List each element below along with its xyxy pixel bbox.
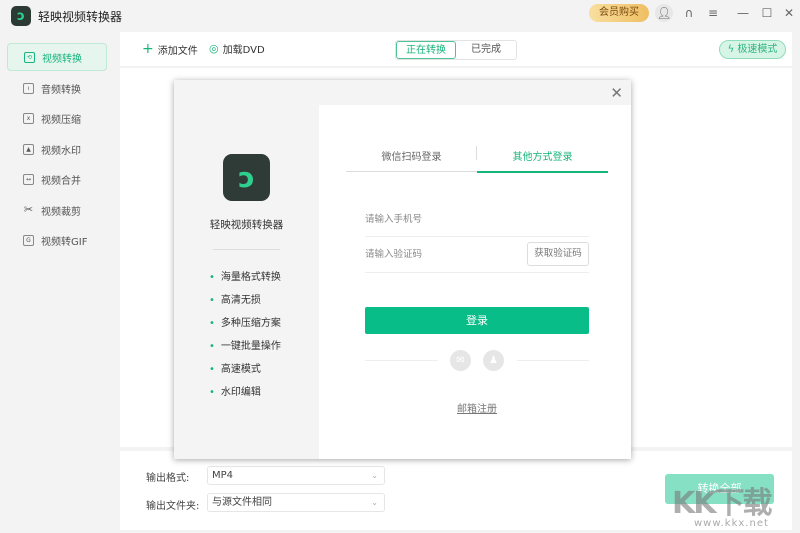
divider	[213, 249, 280, 250]
load-dvd-button[interactable]: ◎ 加载DVD	[209, 41, 265, 56]
feature-item: 高清无损	[209, 291, 261, 306]
sidebar-item-video-compress[interactable]: x 视频压缩	[7, 104, 107, 132]
sidebar-item-label: 视频转换	[42, 53, 82, 65]
menu-icon[interactable]: ≡	[704, 4, 722, 22]
sidebar-item-video-merge[interactable]: ↔ 视频合并	[7, 165, 107, 193]
dialog-app-name: 轻映视频转换器	[209, 219, 284, 231]
sidebar-item-label: 音频转换	[41, 84, 81, 96]
divider	[365, 360, 438, 361]
watermark-logo: KK下载	[672, 486, 772, 521]
watermark-icon: ▲	[23, 143, 34, 155]
divider	[517, 360, 589, 361]
add-file-button[interactable]: + 添加文件	[142, 41, 198, 57]
convert-icon: ⟲	[24, 51, 35, 63]
minimize-icon[interactable]: —	[734, 4, 752, 22]
watermark-url: www.kkx.net	[694, 518, 769, 529]
email-login-icon[interactable]: ✉	[450, 350, 471, 371]
sidebar-item-video-crop[interactable]: ✂ 视频裁剪	[7, 196, 107, 224]
folder-label: 输出文件夹:	[146, 501, 200, 512]
user-icon[interactable]: 👤︎	[655, 4, 673, 22]
tab-other-login[interactable]: 其他方式登录	[477, 148, 608, 173]
login-button[interactable]: 登录	[365, 307, 589, 334]
format-value: MP4	[212, 470, 234, 481]
login-dialog: ✕ ↄ 轻映视频转换器 海量格式转换 高清无损 多种压缩方案 一键批量操作 高速…	[174, 80, 631, 459]
tab-converting[interactable]: 正在转换	[396, 41, 456, 59]
feature-item: 高速模式	[209, 360, 261, 375]
tab-wechat-login[interactable]: 微信扫码登录	[346, 148, 477, 172]
plus-icon: +	[142, 41, 154, 57]
sidebar-item-label: 视频合并	[41, 175, 81, 187]
sidebar-item-video-watermark[interactable]: ▲ 视频水印	[7, 135, 107, 163]
speed-mode-label: 极速模式	[737, 44, 778, 55]
sidebar-item-label: 视频裁剪	[41, 206, 81, 218]
headset-icon[interactable]: ∩	[680, 4, 698, 22]
app-logo-large: ↄ	[223, 154, 270, 201]
scissors-icon: ✂	[23, 202, 34, 216]
chevron-down-icon: ⌄	[371, 471, 378, 480]
load-dvd-label: 加载DVD	[222, 45, 265, 56]
dialog-left-panel: ↄ 轻映视频转换器 海量格式转换 高清无损 多种压缩方案 一键批量操作 高速模式…	[174, 105, 319, 459]
audio-icon: ı	[23, 82, 34, 94]
compress-icon: x	[23, 112, 34, 124]
gif-icon: G	[23, 234, 34, 246]
folder-value: 与源文件相同	[212, 497, 272, 508]
dialog-header	[174, 80, 631, 105]
feature-item: 海量格式转换	[209, 268, 281, 283]
qq-login-icon[interactable]: ♟	[483, 350, 504, 371]
merge-icon: ↔	[23, 173, 34, 185]
add-file-label: 添加文件	[157, 45, 198, 57]
format-label: 输出格式:	[146, 473, 190, 484]
close-dialog-icon[interactable]: ✕	[610, 84, 623, 102]
feature-item: 水印编辑	[209, 383, 261, 398]
maximize-icon[interactable]: ☐	[758, 4, 776, 22]
lightning-icon: ϟ	[727, 44, 735, 55]
app-title: 轻映视频转换器	[38, 10, 123, 24]
phone-input[interactable]: 请输入手机号	[365, 207, 589, 237]
get-code-button[interactable]: 获取验证码	[527, 242, 589, 266]
sidebar-item-label: 视频压缩	[41, 114, 81, 126]
feature-item: 一键批量操作	[209, 337, 281, 352]
code-placeholder: 请输入验证码	[365, 249, 423, 260]
status-tabs: 正在转换 已完成	[395, 40, 517, 60]
app-logo: ↄ	[11, 6, 31, 26]
sidebar-item-label: 视频转GIF	[41, 236, 88, 248]
sidebar-item-audio-convert[interactable]: ı 音频转换	[7, 74, 107, 102]
folder-select[interactable]: 与源文件相同 ⌄	[207, 493, 385, 512]
tab-completed[interactable]: 已完成	[456, 41, 516, 59]
email-register-link[interactable]: 邮箱注册	[431, 400, 523, 415]
speed-mode-button[interactable]: ϟ 极速模式	[719, 40, 786, 59]
dvd-icon: ◎	[209, 42, 219, 55]
feature-item: 多种压缩方案	[209, 314, 281, 329]
chevron-down-icon: ⌄	[371, 498, 378, 507]
sidebar-item-label: 视频水印	[41, 145, 81, 157]
close-window-icon[interactable]: ✕	[780, 4, 798, 22]
format-select[interactable]: MP4 ⌄	[207, 466, 385, 485]
vip-purchase-button[interactable]: 会员购买	[589, 4, 649, 22]
sidebar-item-video-gif[interactable]: G 视频转GIF	[7, 226, 107, 254]
sidebar-item-video-convert[interactable]: ⟲ 视频转换	[7, 43, 107, 71]
